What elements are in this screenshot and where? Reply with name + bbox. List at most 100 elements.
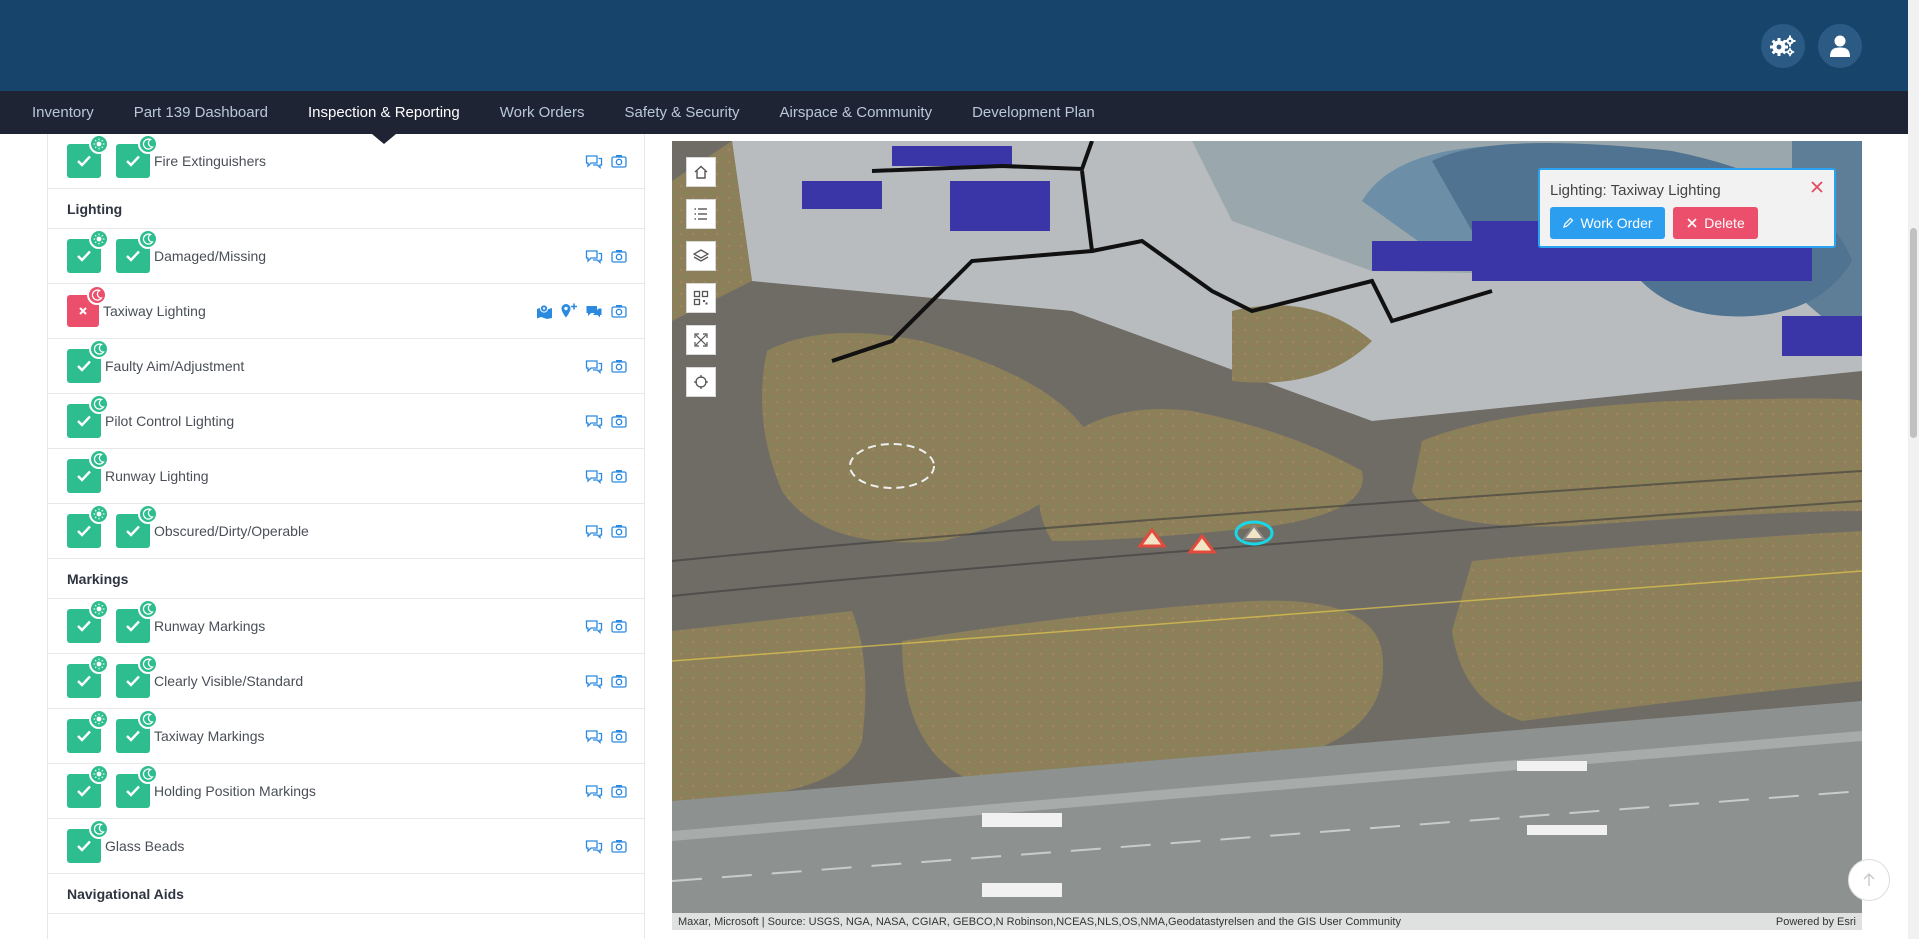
item-actions [585, 504, 628, 558]
check-icon [126, 155, 140, 167]
map-toolbar [686, 157, 716, 409]
camera-button[interactable] [610, 782, 628, 800]
settings-button[interactable] [1761, 24, 1805, 68]
x-icon [79, 307, 87, 315]
work-order-button[interactable]: Work Order [1550, 207, 1665, 239]
comment-button[interactable] [585, 522, 603, 540]
scroll-to-top-button[interactable] [1848, 859, 1890, 901]
pass-day-toggle[interactable] [67, 599, 109, 643]
pass-day-toggle[interactable] [67, 504, 109, 548]
pass-night-toggle[interactable] [116, 764, 158, 808]
comment-button[interactable] [585, 617, 603, 635]
comment-button[interactable] [585, 152, 603, 170]
expand-button[interactable] [686, 325, 716, 355]
aerial-map[interactable] [672, 141, 1862, 930]
pass-night-toggle[interactable] [116, 599, 158, 643]
comment-button[interactable] [585, 247, 603, 265]
scrollbar-thumb[interactable] [1910, 228, 1917, 438]
nav-airspace-community[interactable]: Airspace & Community [760, 91, 953, 134]
comment-icon [585, 249, 603, 264]
pass-day-toggle[interactable] [67, 764, 109, 808]
nav-inspection-reporting[interactable]: Inspection & Reporting [288, 91, 480, 144]
user-button[interactable] [1818, 24, 1862, 68]
sun-icon [93, 138, 105, 150]
item-actions [585, 394, 628, 448]
check-icon [126, 675, 140, 687]
check-icon [126, 620, 140, 632]
inspection-checklist: Fire Extinguishers Lighting Damaged/Missin… [47, 134, 645, 939]
camera-button[interactable] [610, 522, 628, 540]
camera-button[interactable] [610, 412, 628, 430]
pass-day-toggle[interactable] [67, 229, 109, 273]
check-icon [77, 730, 91, 742]
check-icon [77, 675, 91, 687]
check-icon [77, 840, 91, 852]
legend-list-button[interactable] [686, 199, 716, 229]
delete-button[interactable]: Delete [1673, 207, 1758, 239]
checklist-item: Runway Markings [48, 599, 644, 654]
layers-icon [693, 249, 709, 262]
nav-development-plan[interactable]: Development Plan [952, 91, 1115, 134]
moon-icon [91, 289, 103, 301]
checklist-item: Glass Beads [48, 819, 644, 874]
check-icon [126, 785, 140, 797]
nav-part-139-dashboard[interactable]: Part 139 Dashboard [114, 91, 288, 134]
comment-button[interactable] [585, 672, 603, 690]
comment-button[interactable] [585, 782, 603, 800]
comment-button[interactable] [585, 467, 603, 485]
camera-button[interactable] [610, 672, 628, 690]
comment-button[interactable] [585, 837, 603, 855]
pass-day-toggle[interactable] [67, 134, 109, 178]
moon-icon [142, 768, 154, 780]
fail-night-toggle[interactable] [67, 285, 107, 327]
map-view[interactable]: Lighting: Taxiway Lighting Work Order De… [672, 141, 1862, 930]
nav-inventory[interactable]: Inventory [12, 91, 114, 134]
camera-icon [611, 360, 627, 373]
day-badge [89, 709, 109, 729]
pass-night-toggle[interactable] [116, 134, 158, 178]
moon-icon [93, 343, 105, 355]
camera-button[interactable] [610, 467, 628, 485]
pass-night-toggle[interactable] [67, 394, 109, 438]
comment-button[interactable] [585, 357, 603, 375]
comments-button[interactable] [585, 302, 603, 320]
checklist-item: Faulty Aim/Adjustment [48, 339, 644, 394]
nav-work-orders[interactable]: Work Orders [480, 91, 605, 134]
camera-button[interactable] [610, 727, 628, 745]
pass-day-toggle[interactable] [67, 654, 109, 698]
page-scrollbar[interactable] [1908, 0, 1919, 939]
item-label: Holding Position Markings [154, 783, 316, 799]
camera-icon [611, 840, 627, 853]
pass-night-toggle[interactable] [116, 504, 158, 548]
camera-button[interactable] [610, 247, 628, 265]
popup-close-button[interactable] [1809, 179, 1825, 195]
nav-safety-security[interactable]: Safety & Security [604, 91, 759, 134]
locate-button[interactable] [686, 367, 716, 397]
camera-button[interactable] [610, 617, 628, 635]
map-button[interactable] [535, 302, 553, 320]
pass-night-toggle[interactable] [116, 229, 158, 273]
checklist-item: Runway Lighting [48, 449, 644, 504]
pass-night-toggle[interactable] [67, 449, 109, 493]
pass-night-toggle[interactable] [116, 654, 158, 698]
pass-day-toggle[interactable] [67, 709, 109, 753]
add-location-button[interactable] [560, 302, 578, 320]
camera-button[interactable] [610, 302, 628, 320]
qr-button[interactable] [686, 283, 716, 313]
powered-by-esri[interactable]: Powered by Esri [1776, 916, 1856, 928]
work-order-label: Work Order [1580, 215, 1653, 231]
item-label: Faulty Aim/Adjustment [105, 358, 245, 374]
pass-night-toggle[interactable] [116, 709, 158, 753]
comment-button[interactable] [585, 727, 603, 745]
checklist-item: Taxiway Markings [48, 709, 644, 764]
home-button[interactable] [686, 157, 716, 187]
layers-button[interactable] [686, 241, 716, 271]
item-actions [585, 134, 628, 188]
check-icon [77, 470, 91, 482]
pass-night-toggle[interactable] [67, 339, 109, 383]
camera-button[interactable] [610, 152, 628, 170]
camera-button[interactable] [610, 357, 628, 375]
pass-night-toggle[interactable] [67, 819, 109, 863]
comment-button[interactable] [585, 412, 603, 430]
camera-button[interactable] [610, 837, 628, 855]
